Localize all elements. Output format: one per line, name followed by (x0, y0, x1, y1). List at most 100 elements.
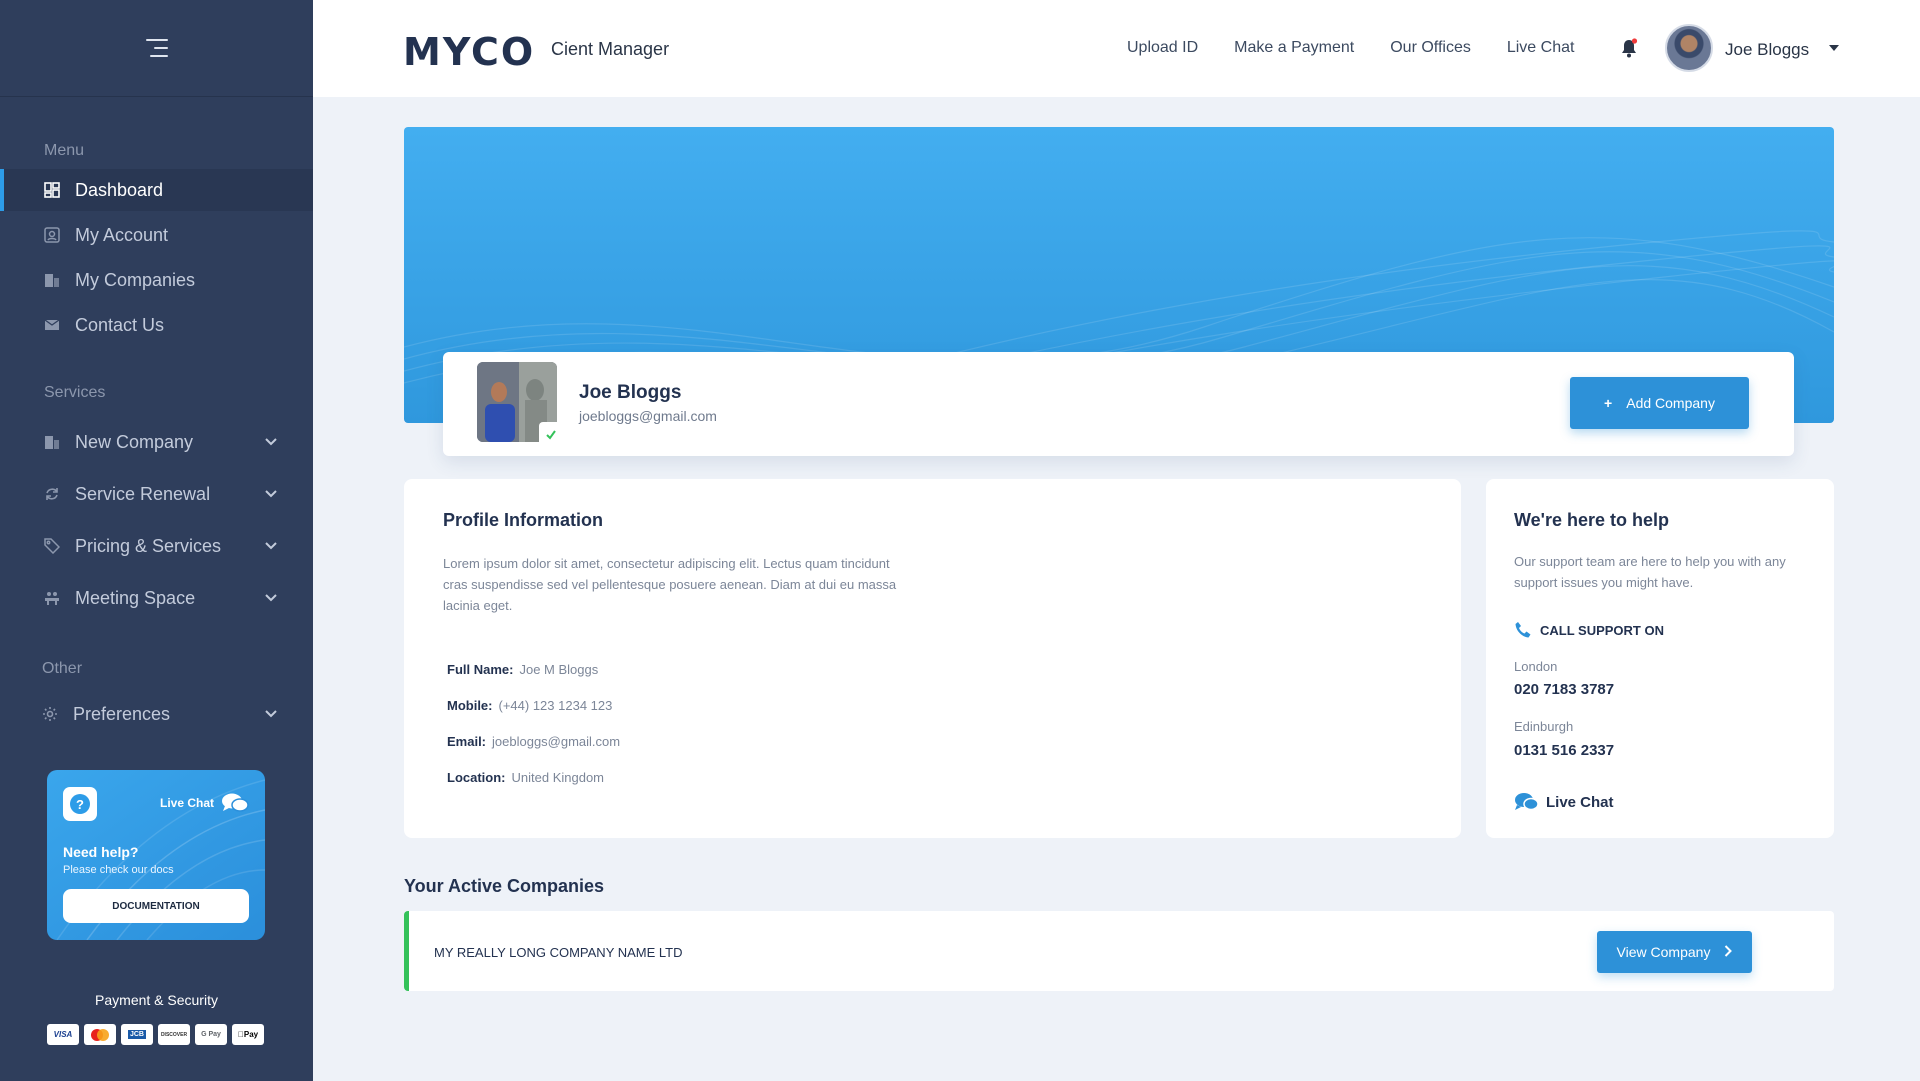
google-pay-icon: G Pay (195, 1024, 227, 1045)
sidebar-item-my-account[interactable]: My Account (0, 214, 313, 256)
office-city-edinburgh: Edinburgh (1514, 719, 1574, 734)
sidebar-item-label: Dashboard (75, 179, 164, 200)
sidebar-item-my-companies[interactable]: My Companies (0, 259, 313, 301)
nav-make-payment[interactable]: Make a Payment (1234, 39, 1354, 57)
apple-pay-icon: Pay (232, 1024, 264, 1045)
sidebar-item-label: My Account (75, 224, 169, 245)
profile-email: joebloggs@gmail.com (579, 408, 717, 424)
chevron-right-icon (1724, 944, 1733, 960)
support-title: We're here to help (1514, 510, 1669, 530)
account-icon (44, 227, 60, 243)
app-name: Cient Manager (551, 39, 670, 59)
profile-card: Joe Bloggs joebloggs@gmail.com + Add Com… (443, 352, 1794, 456)
discover-icon: DISCOVER (158, 1024, 190, 1045)
chevron-down-icon[interactable] (263, 486, 279, 502)
plus-icon: + (1604, 395, 1613, 411)
documentation-button[interactable]: DOCUMENTATION (63, 889, 249, 923)
payment-methods: VISA JCB DISCOVER G Pay Pay (47, 1024, 264, 1045)
verified-check-icon (539, 422, 563, 446)
view-company-button[interactable]: View Company (1597, 931, 1752, 973)
sidebar: Menu Dashboard My Account My Companies C… (0, 0, 313, 1081)
chat-bubbles-icon (222, 793, 249, 812)
office-phone-edinburgh[interactable]: 0131 516 2337 (1514, 742, 1614, 759)
office-phone-london[interactable]: 020 7183 3787 (1514, 681, 1614, 698)
user-name[interactable]: Joe Bloggs (1725, 40, 1809, 60)
sidebar-item-label: Contact Us (75, 314, 165, 335)
services-section-title: Services (44, 384, 106, 401)
caret-down-icon[interactable] (1829, 45, 1839, 51)
help-subtitle: Please check our docs (63, 864, 174, 876)
sidebar-item-contact-us[interactable]: Contact Us (0, 304, 313, 346)
phone-icon (1515, 622, 1531, 638)
support-card: We're here to help Our support team are … (1486, 479, 1834, 838)
dashboard-icon (44, 182, 60, 198)
add-company-label: Add Company (1626, 395, 1715, 411)
user-avatar[interactable] (1665, 24, 1713, 72)
menu-section-title: Menu (44, 142, 85, 159)
bell-icon[interactable] (1620, 38, 1638, 58)
chevron-down-icon[interactable] (263, 706, 279, 722)
building-icon (44, 272, 60, 288)
support-description: Our support team are here to help you wi… (1514, 554, 1786, 590)
top-header: MYCO Cient Manager Upload ID Make a Paym… (313, 0, 1920, 97)
gear-icon (42, 706, 58, 722)
sidebar-item-label: Pricing & Services (75, 535, 222, 556)
add-company-button[interactable]: + Add Company (1570, 377, 1749, 429)
sidebar-item-pricing-services[interactable]: Pricing & Services (0, 525, 313, 567)
field-full-name: Full Name: Joe M Bloggs (447, 662, 599, 677)
refresh-icon (44, 486, 60, 502)
help-icon: ? (63, 787, 97, 821)
office-city-london: London (1514, 659, 1558, 674)
myco-logo[interactable]: MYCO (403, 30, 535, 74)
sidebar-item-label: Preferences (73, 703, 171, 724)
chevron-down-icon[interactable] (263, 590, 279, 606)
sidebar-item-label: My Companies (75, 269, 196, 290)
field-mobile: Mobile: (+44) 123 1234 123 (447, 698, 613, 713)
help-title: Need help? (63, 844, 139, 860)
field-location: Location: United Kingdom (447, 770, 604, 785)
help-live-chat[interactable]: Live Chat (160, 792, 249, 814)
field-email: Email: joebloggs@gmail.com (447, 734, 621, 749)
company-name: MY REALLY LONG COMPANY NAME LTD (434, 945, 683, 960)
support-live-chat-link[interactable]: Live Chat (1514, 792, 1614, 812)
sidebar-item-meeting-space[interactable]: Meeting Space (0, 577, 313, 619)
logo-text: MYCO (403, 30, 536, 74)
sidebar-item-label: Service Renewal (75, 483, 211, 504)
chat-bubbles-icon (1515, 793, 1538, 811)
visa-icon: VISA (47, 1024, 79, 1045)
mail-icon (44, 317, 60, 333)
profile-info-title: Profile Information (443, 510, 604, 530)
active-companies-title: Your Active Companies (404, 876, 605, 896)
call-support-label: CALL SUPPORT ON (1540, 622, 1664, 638)
sidebar-item-preferences[interactable]: Preferences (0, 693, 313, 735)
view-company-label: View Company (1616, 944, 1711, 960)
sidebar-item-label: New Company (75, 431, 194, 452)
nav-upload-id[interactable]: Upload ID (1127, 39, 1198, 57)
support-live-chat-label: Live Chat (1546, 793, 1614, 811)
chevron-down-icon[interactable] (263, 538, 279, 554)
sidebar-item-service-renewal[interactable]: Service Renewal (0, 473, 313, 515)
sidebar-item-new-company[interactable]: New Company (0, 421, 313, 463)
building-icon (44, 434, 60, 450)
company-row: MY REALLY LONG COMPANY NAME LTD View Com… (404, 911, 1834, 991)
menu-toggle-icon[interactable] (145, 39, 168, 57)
sidebar-item-dashboard[interactable]: Dashboard (0, 169, 313, 211)
help-card: ? Live Chat Need help? Please check our … (47, 770, 265, 940)
meeting-icon (44, 590, 60, 606)
tag-icon (44, 538, 60, 554)
chevron-down-icon[interactable] (263, 434, 279, 450)
nav-our-offices[interactable]: Our Offices (1390, 39, 1471, 57)
mastercard-icon (84, 1024, 116, 1045)
top-nav: Upload ID Make a Payment Our Offices Liv… (1127, 39, 1610, 57)
profile-info-description: Lorem ipsum dolor sit amet, consectetur … (443, 556, 897, 613)
other-section-title: Other (42, 660, 83, 677)
call-support-heading: CALL SUPPORT ON (1514, 621, 1664, 639)
help-chat-label: Live Chat (159, 796, 214, 810)
jcb-icon: JCB (121, 1024, 153, 1045)
profile-name: Joe Bloggs (579, 382, 682, 403)
payment-security-title: Payment & Security (95, 992, 218, 1008)
sidebar-header (0, 0, 313, 97)
sidebar-item-label: Meeting Space (75, 587, 196, 608)
profile-information-card: Profile Information Lorem ipsum dolor si… (404, 479, 1461, 838)
nav-live-chat[interactable]: Live Chat (1507, 39, 1575, 57)
